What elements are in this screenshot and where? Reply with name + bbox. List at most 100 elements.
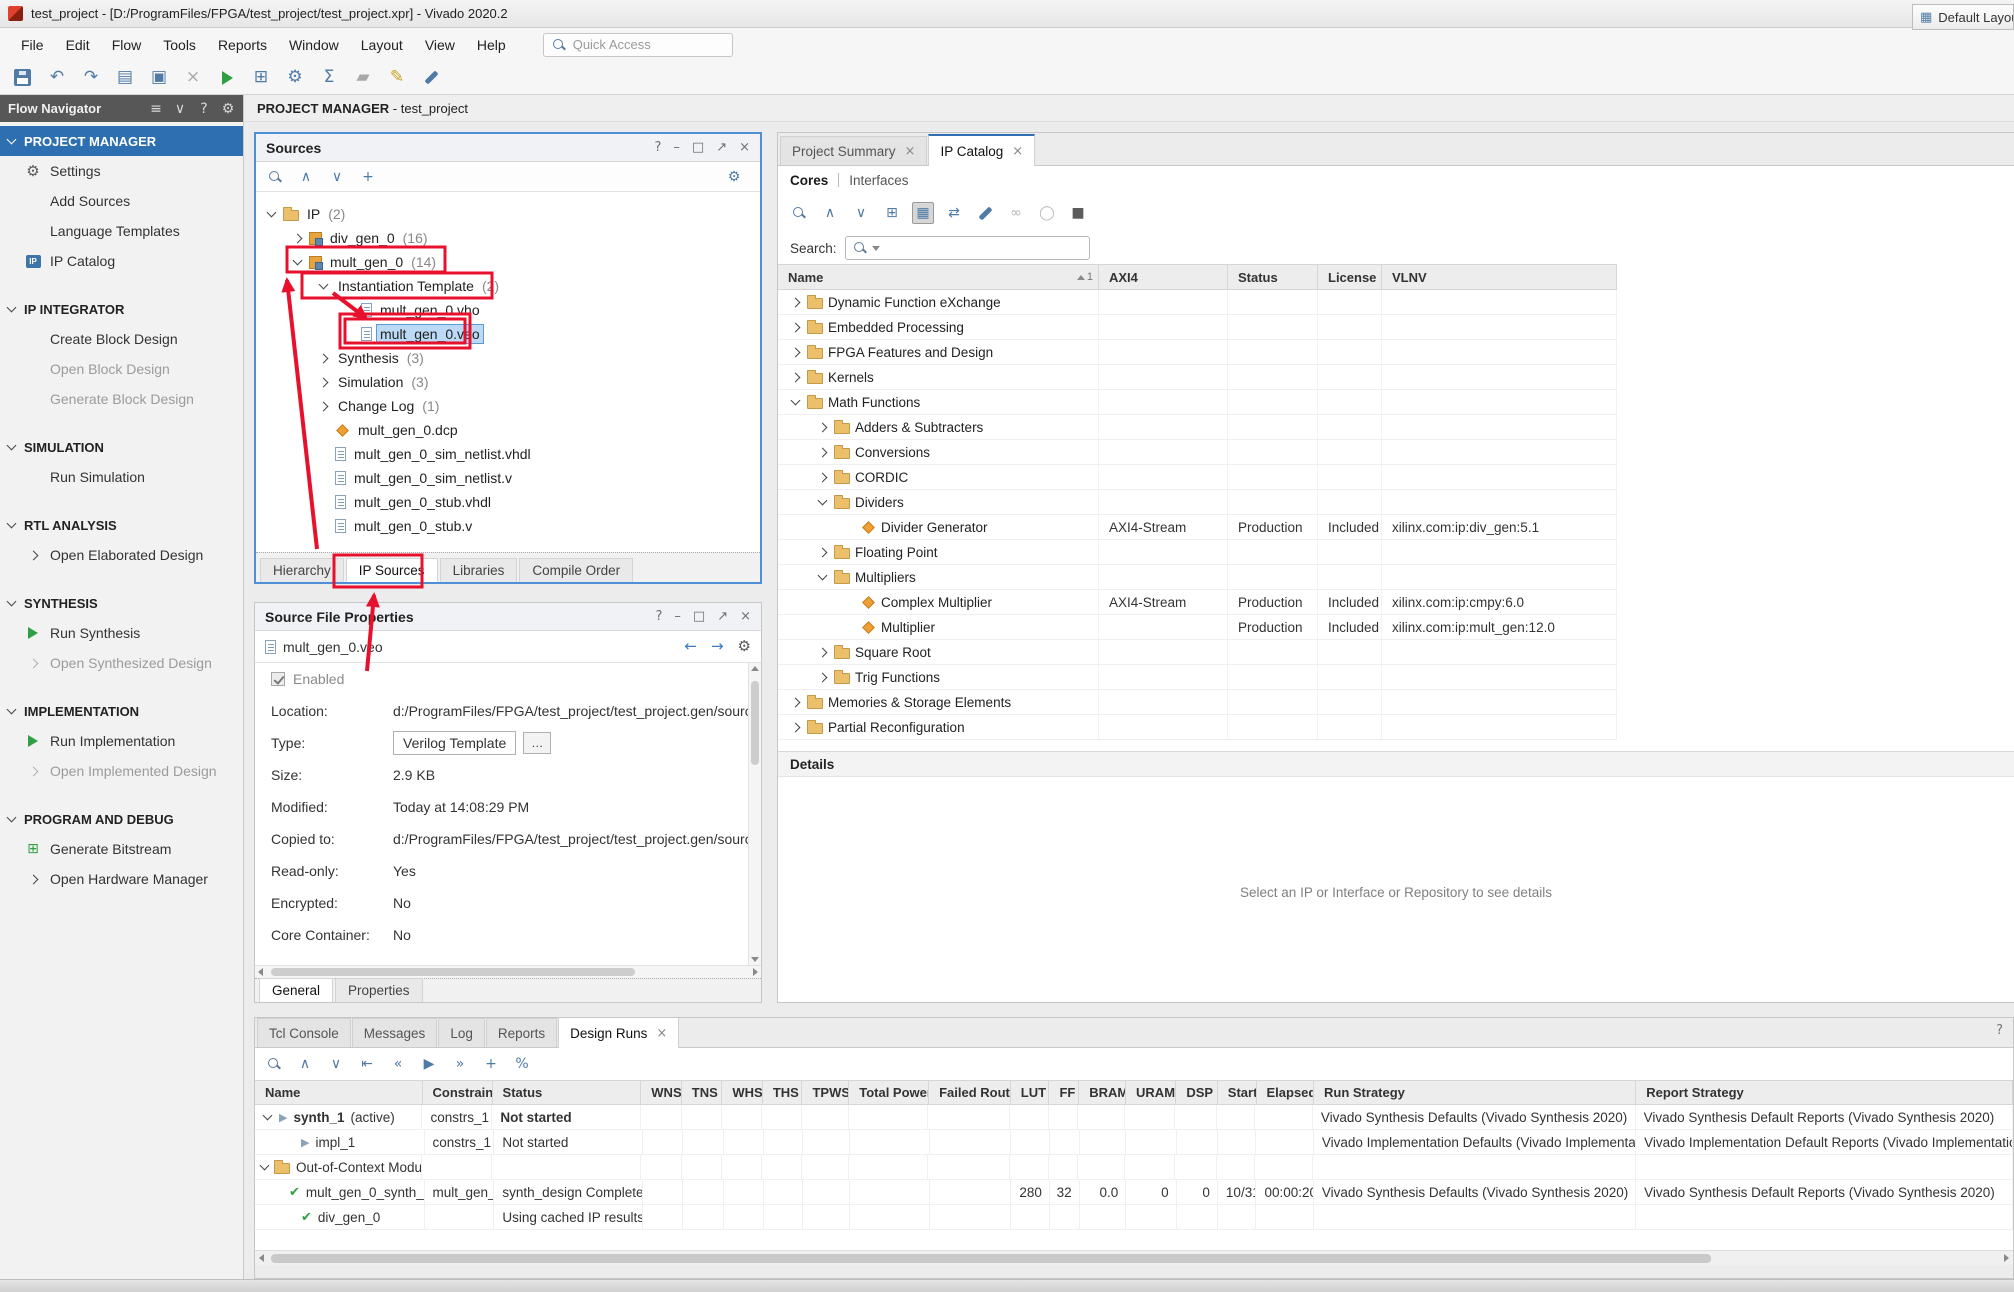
type-dropdown[interactable]: Verilog Template [393, 731, 516, 755]
scroll-right-icon[interactable] [2004, 1254, 2009, 1262]
tree-item-synthesis[interactable]: Synthesis(3) [256, 346, 760, 370]
column-header-vlnv[interactable]: VLNV [1382, 265, 1617, 289]
flownav-item-language-templates[interactable]: Language Templates [0, 216, 243, 246]
column-header-lut[interactable]: LUT [1011, 1081, 1050, 1104]
flownav-item-run-simulation[interactable]: Run Simulation [0, 462, 243, 492]
collapse-icon[interactable] [817, 496, 827, 506]
enabled-checkbox[interactable] [271, 672, 285, 686]
expand-icon[interactable] [790, 297, 800, 307]
percent-icon[interactable]: % [511, 1053, 533, 1075]
scroll-left-icon[interactable] [259, 1254, 264, 1262]
flownav-item-open-hardware-manager[interactable]: Open Hardware Manager [0, 864, 243, 894]
column-header-report-strategy[interactable]: Report Strategy [1636, 1081, 2013, 1104]
menu-help[interactable]: Help [466, 32, 517, 58]
subtab-interfaces[interactable]: Interfaces [849, 173, 908, 188]
vertical-scroll-thumb[interactable] [751, 681, 759, 765]
catalog-row-fpga-features-and-design[interactable]: FPGA Features and Design [778, 340, 1617, 365]
flownav-item-run-synthesis[interactable]: Run Synthesis [0, 618, 243, 648]
column-header-constraints[interactable]: Constraints [423, 1081, 493, 1104]
catalog-row-multipliers[interactable]: Multipliers [778, 565, 1617, 590]
collapse-icon[interactable] [266, 208, 276, 218]
column-header-ff[interactable]: FF [1049, 1081, 1079, 1104]
maximize-icon[interactable]: ↗ [717, 610, 728, 623]
catalog-row-dividers[interactable]: Dividers [778, 490, 1617, 515]
play-icon[interactable]: ▶ [418, 1053, 440, 1075]
expand-all-icon[interactable]: ∨ [173, 98, 187, 120]
tab-log[interactable]: Log [438, 1018, 485, 1047]
catalog-row-memories-storage-elements[interactable]: Memories & Storage Elements [778, 690, 1617, 715]
catalog-row-partial-reconfiguration[interactable]: Partial Reconfiguration [778, 715, 1617, 740]
run-icon[interactable] [216, 67, 238, 89]
flownav-item-create-block-design[interactable]: Create Block Design [0, 324, 243, 354]
report-icon[interactable]: ▤ [114, 67, 136, 89]
arrow-left-icon[interactable]: ← [684, 639, 697, 654]
column-header-name[interactable]: Name [255, 1081, 423, 1104]
menu-tools[interactable]: Tools [152, 32, 207, 58]
column-header-status[interactable]: Status [1228, 265, 1318, 289]
vertical-scrollbar[interactable] [748, 663, 761, 965]
maximize-icon[interactable]: ↗ [716, 141, 727, 154]
menu-flow[interactable]: Flow [101, 32, 153, 58]
scroll-right-icon[interactable] [753, 968, 758, 976]
delete-icon[interactable]: × [182, 67, 204, 89]
plus-icon[interactable]: + [480, 1053, 502, 1075]
column-header-total-power[interactable]: Total Power [849, 1081, 929, 1104]
flownav-item-generate-block-design[interactable]: Generate Block Design [0, 384, 243, 414]
tab-hierarchy[interactable]: Hierarchy [260, 558, 344, 582]
tab-compile-order[interactable]: Compile Order [519, 558, 633, 582]
redo-icon[interactable]: ↷ [80, 67, 102, 89]
collapse-icon[interactable] [292, 256, 302, 266]
back-icon[interactable]: « [387, 1053, 409, 1075]
stop-icon[interactable]: ■ [1067, 202, 1089, 224]
search-icon[interactable] [263, 1053, 285, 1075]
catalog-search-input[interactable] [845, 236, 1090, 260]
menu-icon[interactable]: ≡ [149, 98, 163, 120]
float-icon[interactable]: □ [692, 141, 704, 154]
minimize-icon[interactable]: – [673, 141, 680, 154]
catalog-row-kernels[interactable]: Kernels [778, 365, 1617, 390]
flownav-item-open-implemented-design[interactable]: Open Implemented Design [0, 756, 243, 786]
expand-icon[interactable] [790, 322, 800, 332]
catalog-row-multiplier[interactable]: MultiplierProductionIncludedxilinx.com:i… [778, 615, 1617, 640]
tree-item-instantiation-template[interactable]: Instantiation Template(2) [256, 274, 760, 298]
gear-icon[interactable]: ⚙ [221, 98, 235, 120]
flownav-section-project-manager[interactable]: PROJECT MANAGER [0, 126, 243, 156]
column-header-ths[interactable]: THS [763, 1081, 803, 1104]
quick-access-search[interactable]: Quick Access [543, 33, 733, 57]
run-row-mult-gen-0-synth-1[interactable]: ✔mult_gen_0_synth_1mult_gen_0synth_desig… [255, 1180, 2013, 1205]
tab-design-runs[interactable]: Design Runs× [558, 1017, 679, 1048]
flownav-item-open-block-design[interactable]: Open Block Design [0, 354, 243, 384]
catalog-row-conversions[interactable]: Conversions [778, 440, 1617, 465]
menu-file[interactable]: File [10, 32, 55, 58]
help-icon[interactable]: ? [1996, 1024, 2003, 1037]
search-icon[interactable] [264, 166, 286, 188]
tab-ip-sources[interactable]: IP Sources [346, 558, 438, 582]
flownav-section-rtl-analysis[interactable]: RTL ANALYSIS [0, 510, 243, 540]
marker-icon[interactable]: ▰ [352, 67, 374, 89]
refresh-icon[interactable]: ⇄ [943, 202, 965, 224]
collapse-icon[interactable] [260, 1161, 270, 1171]
expand-icon[interactable] [790, 722, 800, 732]
column-header-axi4[interactable]: AXI4 [1099, 265, 1228, 289]
tree-item-mult-gen-0-sim-netlist-v[interactable]: mult_gen_0_sim_netlist.v [256, 466, 760, 490]
edit-icon[interactable]: ✎ [386, 67, 408, 89]
tree-item-mult-gen-0[interactable]: mult_gen_0(14) [256, 250, 760, 274]
catalog-row-square-root[interactable]: Square Root [778, 640, 1617, 665]
collapse-icon[interactable] [318, 280, 328, 290]
expand-icon[interactable] [817, 547, 827, 557]
tree-item-mult-gen-0-stub-vhdl[interactable]: mult_gen_0_stub.vhdl [256, 490, 760, 514]
horizontal-scroll-thumb[interactable] [271, 1254, 1711, 1263]
collapse-icon[interactable] [262, 1111, 272, 1121]
close-icon[interactable]: × [740, 610, 751, 623]
catalog-row-dynamic-function-exchange[interactable]: Dynamic Function eXchange [778, 290, 1617, 315]
column-header-start[interactable]: Start [1218, 1081, 1257, 1104]
close-icon[interactable]: × [739, 141, 750, 154]
expand-icon[interactable] [817, 647, 827, 657]
tab-project-summary[interactable]: Project Summary× [780, 136, 927, 165]
gear-icon[interactable]: ⚙ [738, 639, 751, 654]
collapse-all-icon[interactable]: ∧ [819, 202, 841, 224]
expand-all-icon[interactable]: ∨ [325, 1053, 347, 1075]
tab-ip-catalog[interactable]: IP Catalog× [928, 134, 1035, 166]
scroll-down-icon[interactable] [751, 957, 759, 962]
catalog-row-complex-multiplier[interactable]: Complex MultiplierAXI4-StreamProductionI… [778, 590, 1617, 615]
